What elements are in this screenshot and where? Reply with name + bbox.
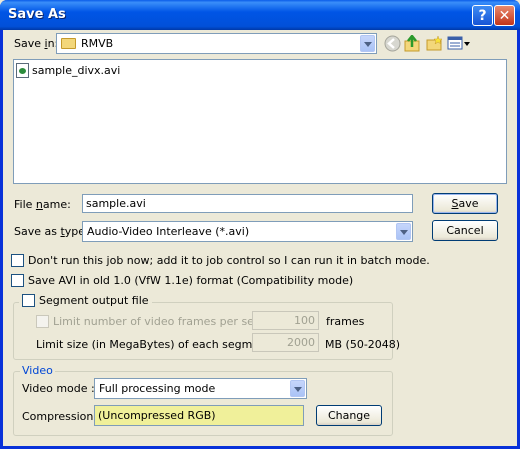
close-button[interactable]: ✕ (494, 5, 515, 26)
new-folder-button[interactable] (426, 35, 443, 52)
limit-size-unit: MB (50-2048) (325, 338, 401, 351)
file-name-label: File name: (14, 198, 71, 211)
file-name-text: sample_divx.avi (32, 64, 121, 77)
cancel-button[interactable]: Cancel (432, 220, 498, 241)
segment-output-checkbox[interactable] (22, 294, 35, 307)
list-item[interactable]: sample_divx.avi (16, 63, 120, 78)
chevron-down-icon (396, 223, 411, 240)
back-button[interactable] (384, 35, 401, 52)
change-button[interactable]: Change (316, 405, 382, 426)
segment-group (13, 302, 393, 360)
batch-mode-checkbox[interactable] (11, 254, 24, 267)
back-arrow-icon (384, 35, 401, 52)
limit-frames-unit: frames (326, 315, 365, 328)
window-title: Save As (8, 7, 66, 22)
save-as-type-dropdown[interactable]: Audio-Video Interleave (*.avi) (82, 221, 413, 242)
save-as-type-label: Save as type: (14, 225, 89, 238)
video-file-icon (16, 63, 29, 78)
old-avi-label: Save AVI in old 1.0 (VfW 1.1e) format (C… (28, 274, 354, 287)
file-name-input[interactable]: sample.avi (82, 194, 413, 213)
up-folder-button[interactable] (404, 33, 421, 52)
segment-output-label: Segment output file (39, 294, 149, 307)
limit-frames-input[interactable]: 100 (252, 311, 319, 330)
compression-label: Compression : (22, 410, 101, 423)
question-mark-icon: ? (478, 7, 487, 24)
chevron-down-icon (360, 35, 375, 52)
save-in-value: RMVB (81, 37, 114, 50)
limit-frames-checkbox[interactable] (36, 315, 49, 328)
limit-size-input[interactable]: 2000 (252, 333, 319, 352)
close-icon: ✕ (498, 7, 511, 24)
up-folder-icon (404, 33, 420, 52)
batch-mode-label: Don't run this job now; add it to job co… (28, 254, 430, 267)
save-button-mnemonic: S (451, 197, 459, 210)
new-folder-icon (426, 35, 443, 51)
save-button-label: ave (458, 197, 479, 210)
segment-group-header: Segment output file (19, 294, 152, 307)
video-mode-label: Video mode : (22, 382, 95, 395)
folder-icon (61, 38, 76, 49)
save-button[interactable]: Save (432, 193, 498, 214)
file-list[interactable]: sample_divx.avi (13, 59, 507, 184)
compression-field: (Uncompressed RGB) (94, 405, 304, 426)
old-avi-checkbox[interactable] (11, 274, 24, 287)
video-mode-value: Full processing mode (99, 382, 216, 395)
save-in-dropdown[interactable]: RMVB (56, 33, 377, 54)
video-mode-dropdown[interactable]: Full processing mode (94, 378, 307, 399)
save-as-type-value: Audio-Video Interleave (*.avi) (87, 225, 250, 238)
save-as-dialog: Save As ? ✕ Save in: RMVB sample_divx.av… (0, 0, 520, 449)
video-group-title: Video (20, 364, 55, 377)
view-list-icon (447, 36, 470, 50)
chevron-down-icon (290, 380, 305, 397)
help-button[interactable]: ? (472, 5, 493, 26)
save-in-label: Save in: (14, 37, 59, 50)
title-bar[interactable]: Save As ? ✕ (0, 0, 520, 30)
view-menu-button[interactable] (447, 35, 471, 52)
